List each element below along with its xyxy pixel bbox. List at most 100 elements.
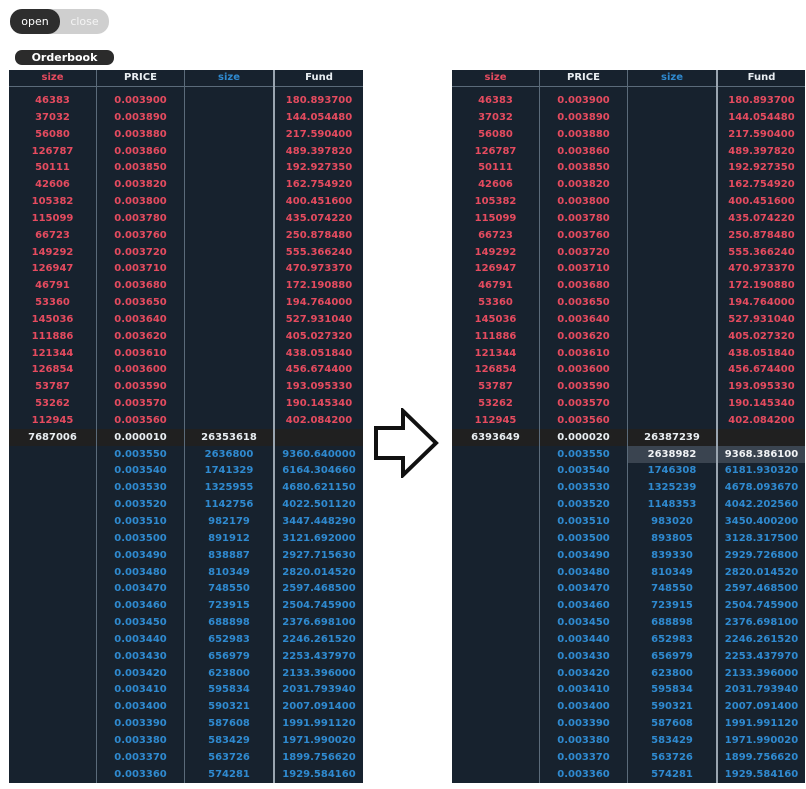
bid-size-cell: 587608 [651,718,693,730]
open-option[interactable]: open [10,9,60,34]
bid-price-cell: 0.003550 [557,448,610,460]
ask-fund-cell: 192.927350 [728,162,795,174]
ask-size-cell: 50111 [478,162,513,174]
bid-fund-cell: 2133.396000 [724,667,799,679]
ask-price-cell: 0.003640 [557,313,610,325]
bid-size-cell: 748550 [208,583,250,595]
ask-size-cell: 66723 [35,229,70,241]
bid-fund-cell: 1971.990020 [282,734,356,746]
price-column: PRICE 0.003900 0.003890 0.003880 0.003860 0.0… [97,70,184,783]
bid-price-cell: 0.003500 [557,532,610,544]
ask-size-cell: 111886 [474,330,517,342]
ask-price-cell: 0.003610 [114,347,167,359]
bid-size-cell: 574281 [208,768,250,780]
ask-fund-cell: 217.590400 [285,128,353,140]
ask-price-cell: 0.003610 [557,347,610,359]
bid-fund-cell: 4678.093670 [724,482,799,494]
bid-fund-cell: 2820.014520 [724,566,799,578]
bid-size-cell: 1325955 [204,482,254,494]
bid-fund-cell: 2820.014520 [282,566,356,578]
bid-fund-cell: 4042.202560 [724,499,799,511]
bid-fund-cell: 9368.386100 [718,445,805,463]
ask-size-cell: 53360 [478,297,513,309]
ask-price-cell: 0.003880 [114,128,167,140]
close-option[interactable]: close [60,9,109,34]
ask-size-cell: 46383 [35,95,70,106]
ask-size-cell: 46383 [478,95,513,106]
ask-price-cell: 0.003900 [114,95,167,106]
price-header: PRICE [97,70,184,87]
ask-fund-cell: 402.084200 [285,414,353,426]
ask-price-cell: 0.003560 [114,414,167,426]
bid-size-cell: 574281 [651,768,693,780]
bid-price-cell: 0.003460 [114,600,167,612]
bid-fund-cell: 2031.793940 [724,684,799,696]
bid-price-cell: 0.003390 [114,718,167,730]
ask-size-cell: 42606 [35,179,70,191]
bid-price-cell: 0.003400 [557,701,610,713]
ask-price-cell: 0.003570 [114,398,167,410]
ask-price-cell: 0.003710 [557,263,610,275]
bid-size-cell: 583429 [208,734,250,746]
bid-price-cell: 0.003530 [557,482,610,494]
ask-fund-cell: 172.190880 [728,280,795,292]
bid-fund-cell: 9360.640000 [282,448,356,460]
column-divider [96,70,97,783]
bid-size-cell: 1142756 [204,499,254,511]
ask-fund-cell: 456.674400 [728,364,795,376]
ask-fund-cell: 400.451600 [285,196,353,208]
ask-size-cell: 121344 [474,347,517,359]
bid-size-cell: 590321 [651,701,693,713]
column-divider [716,70,718,783]
bid-price-cell: 0.003500 [114,532,167,544]
ask-fund-cell: 456.674400 [285,364,353,376]
bid-size-cell: 595834 [651,684,693,696]
bid-fund-cell: 2597.468500 [282,583,356,595]
bid-price-cell: 0.003430 [114,650,167,662]
ask-size-cell: 53787 [478,381,513,393]
bid-price-cell: 0.003420 [114,667,167,679]
orderbook-panel-right: size 46383 37032 56080 126787 50111 42606 10538… [452,70,805,783]
bid-size-cell: 688898 [651,617,693,629]
ask-price-cell: 0.003860 [557,145,610,157]
bid-size-cell: 2638982 [628,445,716,463]
ask-size-header: size [452,70,539,87]
ask-price-cell: 0.003650 [114,297,167,309]
bid-size-cell: 2636800 [204,448,254,460]
right-arrow-icon [374,408,439,478]
ask-size-cell: 50111 [35,162,70,174]
fund-header: Fund [718,70,805,87]
column-divider [184,70,185,783]
bid-price-cell: 0.003370 [114,751,167,763]
ask-price-cell: 0.003560 [557,414,610,426]
ask-size-cell: 115099 [31,212,74,224]
ask-size-cell: 145036 [474,313,517,325]
ask-size-cell: 37032 [478,111,513,123]
bid-size-cell: 688898 [208,617,250,629]
ask-fund-cell: 470.973370 [728,263,795,275]
bid-fund-cell: 2253.437970 [724,650,799,662]
bid-price-cell: 0.003380 [114,734,167,746]
orderbook-panel-left: size 46383 37032 56080 126787 50111 42606 10538… [9,70,363,783]
bid-price-cell: 0.003450 [114,617,167,629]
bid-price-cell: 0.003470 [557,583,610,595]
ask-size-cell: 105382 [474,196,517,208]
bid-price-cell: 0.003390 [557,718,610,730]
ask-price-cell: 0.003710 [114,263,167,275]
bid-price-cell: 0.003410 [114,684,167,696]
ask-fund-cell: 435.074220 [285,212,353,224]
ask-size-cell: 126947 [474,263,517,275]
ask-price-cell: 0.003600 [114,364,167,376]
bid-fund-cell: 2007.091400 [282,701,356,713]
ask-price-cell: 0.003590 [557,381,610,393]
mid-size-cell: 6393649 [471,431,520,443]
bid-fund-cell: 6181.930320 [724,465,799,477]
ask-price-cell: 0.003820 [557,179,610,191]
bid-fund-cell: 1929.584160 [724,768,799,780]
ask-fund-cell: 217.590400 [728,128,795,140]
bid-price-cell: 0.003520 [557,499,610,511]
bid-size-cell: 656979 [651,650,693,662]
ask-fund-cell: 193.095330 [285,381,353,393]
ask-fund-cell: 172.190880 [285,280,353,292]
open-close-toggle[interactable]: open close [10,9,109,34]
